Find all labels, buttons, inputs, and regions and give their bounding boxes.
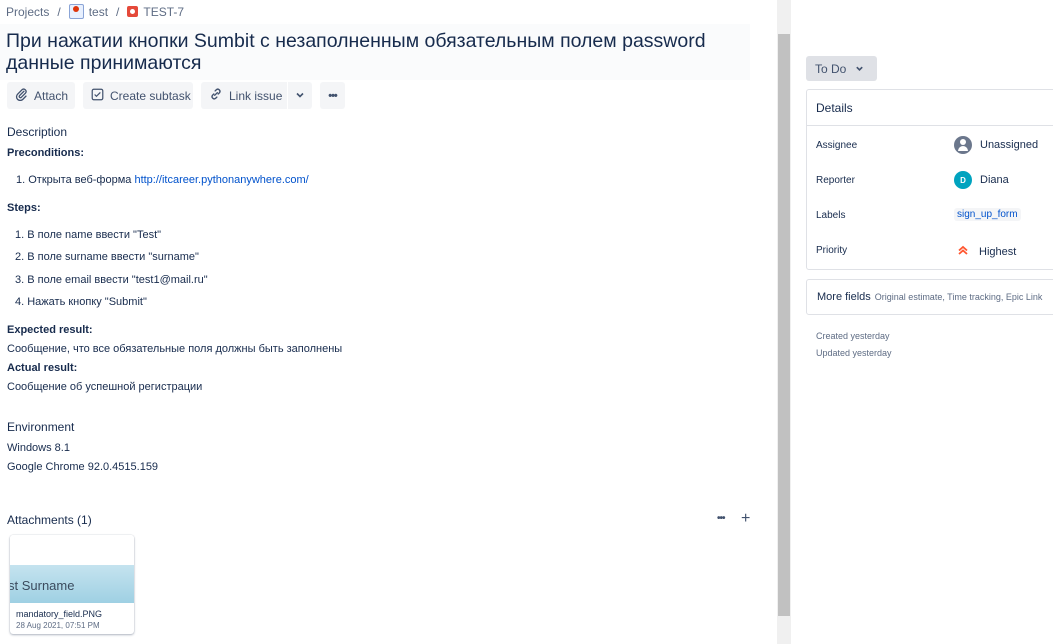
precondition-item: 1. Открыта веб-форма http://itcareer.pyt…: [16, 174, 309, 186]
status-label: To Do: [815, 61, 847, 76]
create-subtask-label: Create subtask: [110, 88, 191, 103]
breadcrumb-projects[interactable]: Projects: [6, 5, 49, 19]
more-fields-label: More fields: [817, 291, 871, 303]
preconditions-label: Preconditions:: [7, 147, 85, 159]
breadcrumb-separator: /: [116, 4, 120, 19]
unassigned-avatar-icon: [954, 136, 972, 154]
reporter-avatar: D: [954, 171, 972, 189]
assignee-field[interactable]: Unassigned: [954, 136, 1038, 154]
assignee-value: Unassigned: [980, 139, 1039, 151]
updated-meta: Updated yesterday: [816, 348, 892, 358]
reporter-value: Diana: [980, 174, 1009, 186]
more-icon: •••: [328, 89, 338, 102]
bug-issue-type-icon: [127, 6, 139, 17]
expected-result-text: Сообщение, что все обязательные поля дол…: [7, 343, 343, 355]
environment-heading: Environment: [7, 420, 75, 434]
project-avatar-icon: [68, 4, 84, 19]
attach-label: Attach: [34, 88, 69, 103]
step-item: 4. Нажать кнопку "Submit": [15, 296, 147, 308]
create-subtask-button[interactable]: Create subtask: [83, 82, 193, 109]
more-fields-hint: Original estimate, Time tracking, Epic L…: [874, 292, 1043, 302]
labels-label: Labels: [816, 210, 846, 221]
details-heading: Details: [816, 101, 853, 115]
actual-result-label: Actual result:: [7, 362, 78, 374]
attachment-filename: mandatory_field.PNG: [16, 609, 103, 619]
breadcrumb-project[interactable]: test: [89, 5, 108, 19]
attachment-date: 28 Aug 2021, 07:51 PM: [16, 621, 100, 630]
environment-line: Google Chrome 92.0.4515.159: [7, 461, 159, 473]
reporter-field[interactable]: D Diana: [954, 171, 1009, 189]
attachments-more-icon[interactable]: •••: [717, 513, 725, 524]
priority-highest-icon: [957, 244, 969, 259]
attachment-card[interactable]: st Surname mandatory_field.PNG 28 Aug 20…: [10, 535, 134, 634]
step-item: 3. В поле email ввести "test1@mail.ru": [15, 274, 208, 286]
labels-field[interactable]: sign_up_form: [954, 208, 1021, 221]
link-issue-button[interactable]: Link issue: [201, 82, 287, 109]
step-item: 1. В поле name ввести "Test": [15, 229, 162, 241]
more-actions-button[interactable]: •••: [320, 82, 345, 109]
created-meta: Created yesterday: [816, 331, 890, 341]
step-item: 2. В поле surname ввести "surname": [15, 251, 199, 263]
expected-result-label: Expected result:: [7, 324, 93, 336]
priority-field[interactable]: Highest: [954, 244, 1016, 259]
priority-label: Priority: [816, 245, 848, 256]
description-heading: Description: [7, 125, 68, 139]
chevron-down-icon: [855, 62, 864, 76]
steps-label: Steps:: [7, 202, 41, 214]
priority-value: Highest: [979, 245, 1017, 258]
attach-button[interactable]: Attach: [7, 82, 75, 109]
breadcrumb-separator: /: [57, 4, 61, 19]
assignee-label: Assignee: [816, 140, 858, 151]
reporter-label: Reporter: [816, 175, 855, 186]
precondition-text: 1. Открыта веб-форма: [16, 174, 135, 186]
issue-title[interactable]: При нажатии кнопки Sumbit с незаполненны…: [6, 30, 746, 74]
thumbnail-text: st Surname: [10, 578, 75, 593]
add-attachment-icon[interactable]: +: [741, 510, 750, 528]
chevron-down-icon: [295, 89, 305, 103]
subtask-icon: [91, 88, 104, 104]
actual-result-text: Сообщение об успешной регистрации: [7, 381, 203, 393]
link-issue-label: Link issue: [229, 88, 283, 103]
precondition-link[interactable]: http://itcareer.pythonanywhere.com/: [134, 174, 308, 186]
attachments-heading: Attachments (1): [7, 513, 92, 527]
attachment-thumbnail: st Surname: [10, 535, 134, 605]
breadcrumb: Projects / test / TEST-7: [6, 4, 184, 19]
breadcrumb-issue-key[interactable]: TEST-7: [143, 5, 184, 19]
link-icon: [209, 87, 223, 104]
scrollbar-thumb[interactable]: [778, 34, 790, 616]
link-issue-dropdown-button[interactable]: [288, 82, 312, 109]
status-button[interactable]: To Do: [806, 56, 877, 81]
label-chip[interactable]: sign_up_form: [954, 208, 1021, 221]
more-fields-section[interactable]: More fields Original estimate, Time trac…: [806, 279, 1053, 315]
paperclip-icon: [15, 88, 28, 104]
environment-line: Windows 8.1: [7, 442, 70, 454]
